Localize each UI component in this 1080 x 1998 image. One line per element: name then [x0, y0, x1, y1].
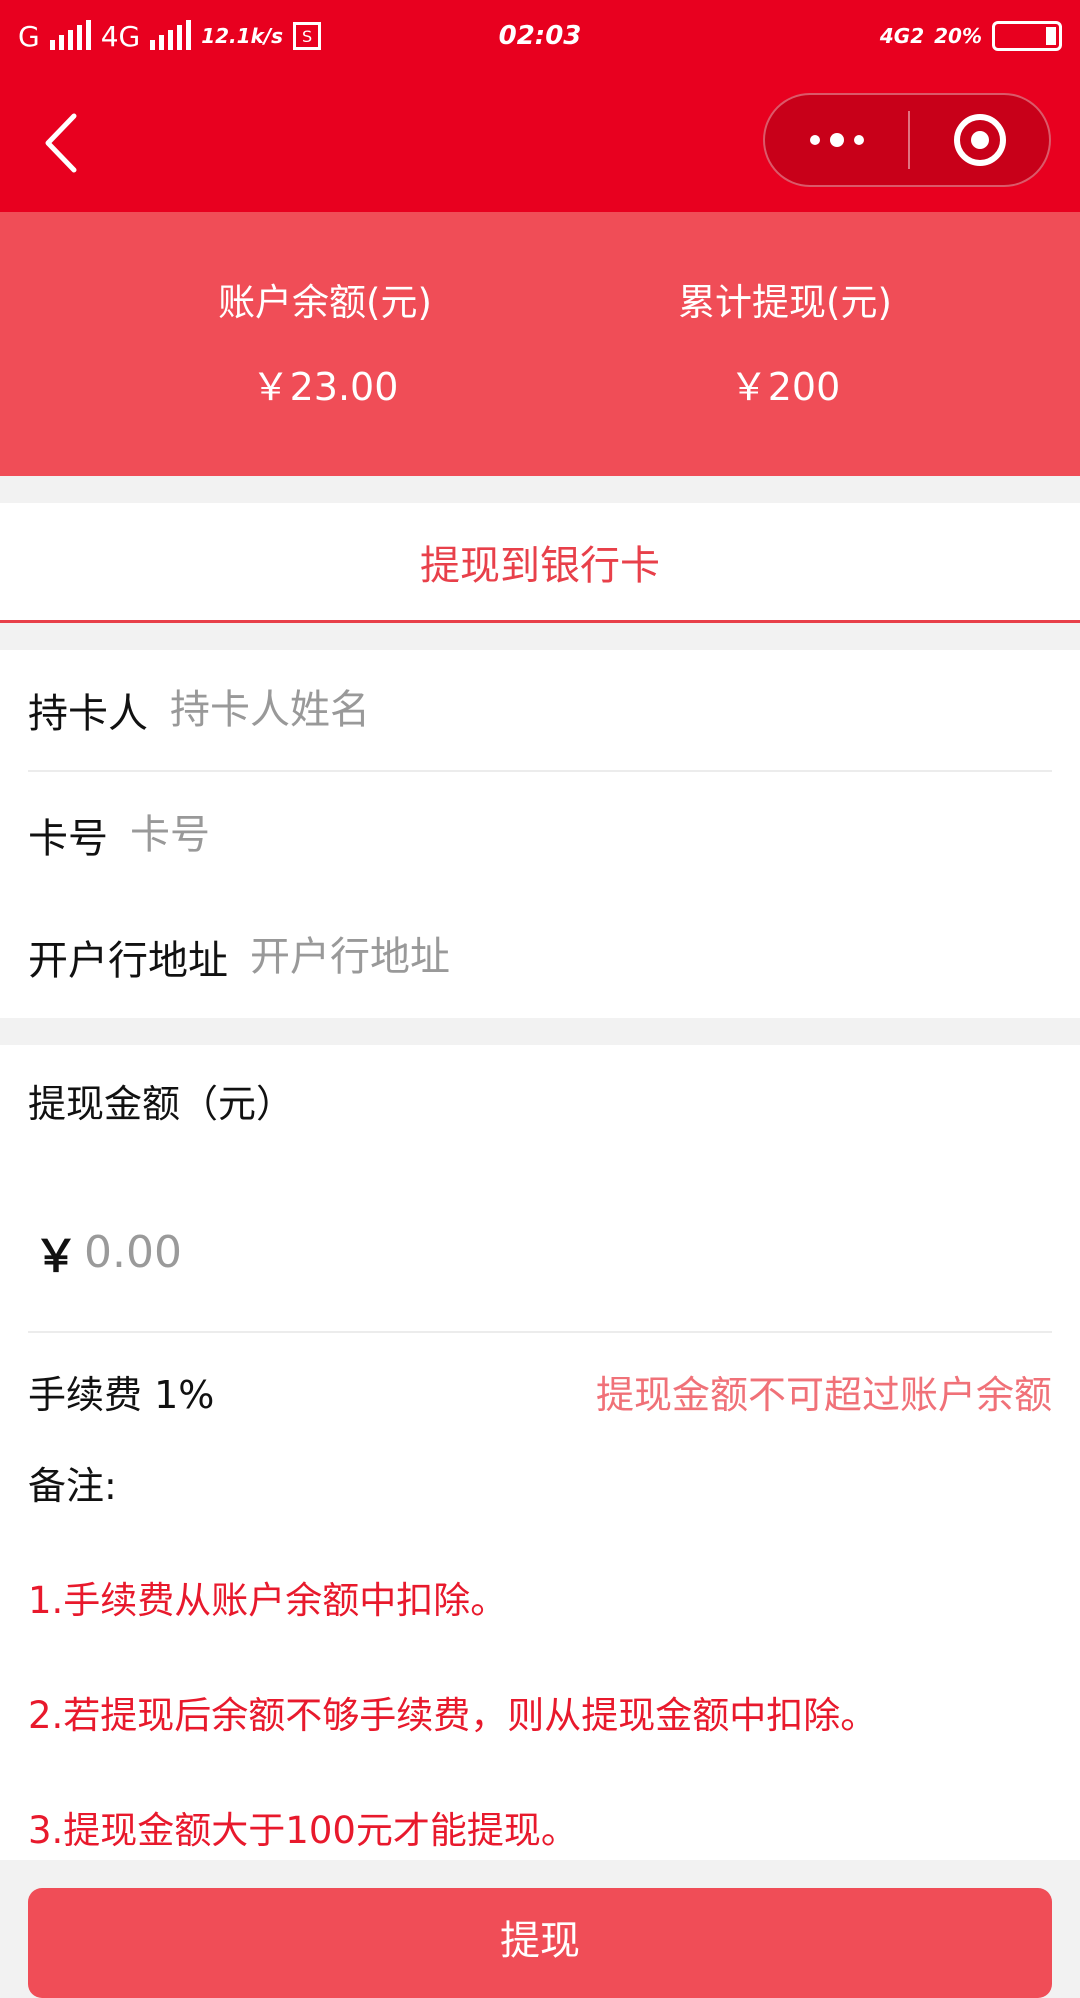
- tab-bank-card-label: 提现到银行卡: [420, 542, 660, 589]
- account-balance-value: ￥23.00: [251, 365, 399, 409]
- total-withdrawn: 累计提现(元) ￥200: [615, 272, 955, 411]
- bank-address-row: 开户行地址: [28, 896, 1052, 1018]
- holder-label: 持卡人: [28, 691, 148, 737]
- remark-item: 2.若提现后余额不够手续费，则从提现金额中扣除。: [28, 1694, 878, 1737]
- chevron-left-icon: [45, 113, 77, 173]
- remark-item: 1.手续费从账户余额中扣除。: [28, 1579, 508, 1622]
- amount-input[interactable]: [84, 1226, 1052, 1278]
- signal-2-icon: [150, 20, 192, 50]
- holder-row: 持卡人: [28, 650, 1052, 772]
- status-right: 4G2 20%: [880, 21, 1062, 51]
- submit-withdraw-button[interactable]: 提现: [28, 1888, 1052, 1998]
- target-close-icon: [953, 114, 1006, 166]
- remarks-title: 备注:: [28, 1464, 117, 1508]
- amount-title: 提现金额（元）: [28, 1082, 295, 1126]
- signal-1-icon: [49, 20, 91, 50]
- card-number-input[interactable]: [130, 812, 1052, 858]
- account-balance-label: 账户余额(元): [218, 281, 432, 324]
- account-balance: 账户余额(元) ￥23.00: [155, 272, 495, 411]
- mini-program-capsule: [763, 93, 1051, 187]
- total-withdrawn-value: ￥200: [729, 365, 841, 409]
- battery-icon: [992, 21, 1062, 51]
- currency-symbol: ￥: [34, 1231, 78, 1282]
- remark-item: 3.提现金额大于100元才能提现。: [28, 1809, 578, 1852]
- bank-address-input[interactable]: [250, 934, 1052, 980]
- status-left: G 4G 12.1k/s S: [18, 19, 322, 53]
- battery-percent: 20%: [934, 24, 982, 48]
- network-4g2-label: 4G2: [879, 24, 925, 48]
- close-button[interactable]: [910, 95, 1049, 185]
- amount-warning: 提现金额不可超过账户余额: [595, 1372, 1052, 1417]
- balance-panel: 账户余额(元) ￥23.00 累计提现(元) ￥200: [0, 212, 1080, 476]
- amount-row: ￥: [28, 1173, 1052, 1333]
- bank-form: 持卡人 卡号 开户行地址: [0, 650, 1080, 1018]
- fee-label: 手续费 1%: [28, 1372, 215, 1417]
- amount-section: 提现金额（元） ￥ 手续费 1% 提现金额不可超过账户余额 备注: 1.手续费从…: [0, 1045, 1080, 1860]
- fee-row: 手续费 1% 提现金额不可超过账户余额: [28, 1341, 1052, 1441]
- screenshot-icon: S: [293, 22, 322, 50]
- network-speed: 12.1k/s: [201, 24, 284, 48]
- tab-bank-card[interactable]: 提现到银行卡: [0, 503, 1080, 623]
- more-button[interactable]: [765, 95, 908, 185]
- card-row: 卡号: [28, 774, 1052, 896]
- back-button[interactable]: [36, 108, 96, 178]
- card-label: 卡号: [28, 816, 108, 862]
- more-dot-icon: [829, 133, 844, 147]
- nav-bar: [0, 72, 1080, 212]
- holder-input[interactable]: [170, 687, 1052, 733]
- submit-label: 提现: [500, 1918, 580, 1964]
- more-dot-icon: [809, 135, 820, 145]
- network-g-label: G: [18, 19, 40, 53]
- more-dot-icon: [853, 135, 864, 145]
- network-4g-label: 4G: [100, 19, 141, 53]
- status-bar: G 4G 12.1k/s S 02:03 4G2 20%: [0, 0, 1080, 72]
- total-withdrawn-label: 累计提现(元): [678, 281, 892, 324]
- bank-address-label: 开户行地址: [28, 938, 228, 984]
